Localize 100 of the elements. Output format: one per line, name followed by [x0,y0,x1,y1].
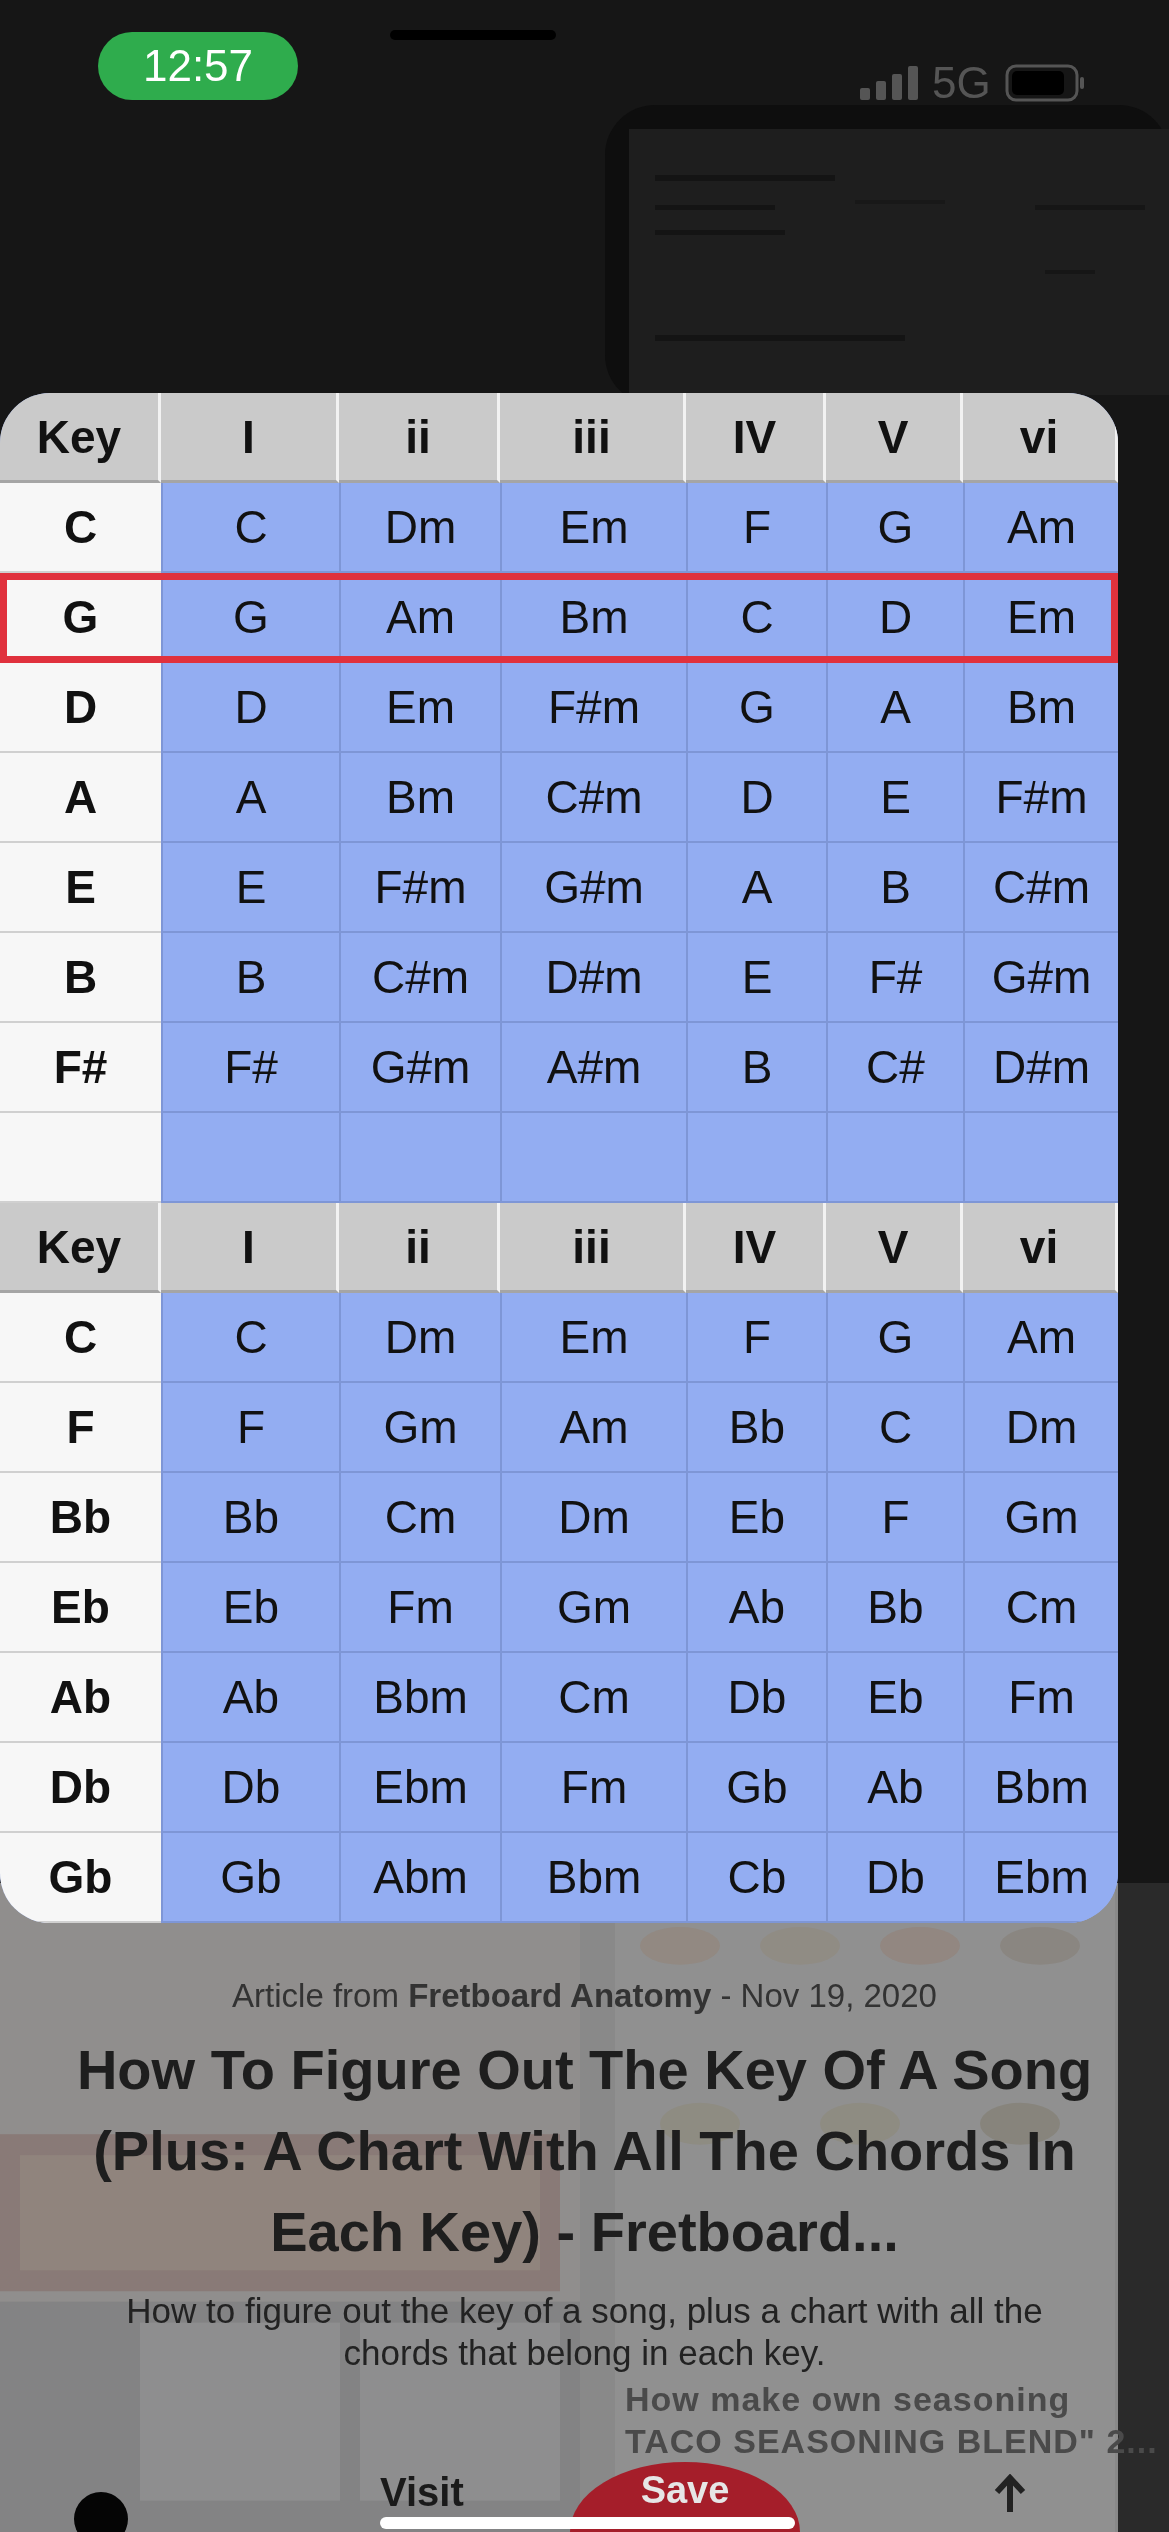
chord-cell: Em [339,663,500,753]
column-header: V [826,393,963,483]
chord-cell: C#m [339,933,500,1023]
chord-cell: F#m [500,663,686,753]
chord-cell: B [161,933,339,1023]
key-cell: Ab [0,1653,161,1743]
chord-cell: B [686,1023,826,1113]
chord-cell: Fm [963,1653,1118,1743]
chord-cell: C [826,1383,963,1473]
chord-cell: Abm [339,1833,500,1923]
chord-cell: Cm [500,1653,686,1743]
column-header: vi [963,393,1118,483]
key-cell: Bb [0,1473,161,1563]
chord-cell: Gb [161,1833,339,1923]
key-cell: E [0,843,161,933]
chord-cell: C#m [963,843,1118,933]
chord-cell: F [686,1293,826,1383]
column-header: ii [339,1203,500,1293]
chord-cell: F [161,1383,339,1473]
chord-cell: G [826,483,963,573]
column-header: vi [963,1203,1118,1293]
key-cell: Eb [0,1563,161,1653]
chord-cell: Bm [339,753,500,843]
chord-cell: A#m [500,1023,686,1113]
chord-cell: Gm [339,1383,500,1473]
chord-cell: A [826,663,963,753]
chord-cell: Gb [686,1743,826,1833]
visit-button[interactable]: Visit [380,2470,464,2515]
article-title: How To Figure Out The Key Of A Song (Plus: A Chart With All The Chords In Each Key) - Fretboard... [75,2037,1094,2265]
chord-cell: D#m [963,1023,1118,1113]
chord-cell: Gm [963,1473,1118,1563]
chord-cell: Dm [963,1383,1118,1473]
chord-cell: Am [963,483,1118,573]
chord-cell: E [161,843,339,933]
chord-cell: G#m [339,1023,500,1113]
column-header: V [826,1203,963,1293]
chord-cell: B [826,843,963,933]
chord-cell: D [686,753,826,843]
chord-cell: F [826,1473,963,1563]
chord-cell: E [826,753,963,843]
chord-cell: Bbm [963,1743,1118,1833]
key-cell: F# [0,1023,161,1113]
chord-cell: F#m [963,753,1118,843]
chord-cell: Bbm [339,1653,500,1743]
chord-cell: Ab [686,1563,826,1653]
chord-cell: Em [500,1293,686,1383]
column-header: IV [686,393,826,483]
chord-cell: Cm [339,1473,500,1563]
chord-cell: A [686,843,826,933]
battery-icon [1004,64,1085,102]
key-cell: Gb [0,1833,161,1923]
chord-cell: Bm [963,663,1118,753]
chord-cell: Bb [826,1563,963,1653]
chord-cell: Bb [161,1473,339,1563]
column-header: Key [0,1203,161,1293]
chord-cell: Dm [339,483,500,573]
chord-cell: Dm [500,1473,686,1563]
chord-cell: C#m [500,753,686,843]
chord-cell: Dm [339,1293,500,1383]
chord-cell: Ebm [963,1833,1118,1923]
chord-cell: Eb [826,1653,963,1743]
key-cell: F [0,1383,161,1473]
chord-cell: Db [826,1833,963,1923]
network-label: 5G [932,58,991,108]
chord-cell: Am [500,1383,686,1473]
chord-cell: G#m [963,933,1118,1023]
chord-cell: G [826,1293,963,1383]
column-header: IV [686,1203,826,1293]
chord-cell: F# [161,1023,339,1113]
key-cell: Db [0,1743,161,1833]
key-cell: C [0,1293,161,1383]
chord-cell: Fm [500,1743,686,1833]
chord-cell: Eb [686,1473,826,1563]
chord-cell: F#m [339,843,500,933]
key-cell: A [0,753,161,843]
chord-cell: F# [826,933,963,1023]
chord-cell: Cm [963,1563,1118,1653]
column-header: ii [339,393,500,483]
chord-cell: F [686,483,826,573]
chord-cell: Eb [161,1563,339,1653]
chord-cell: Bbm [500,1833,686,1923]
chord-cell: Ab [826,1743,963,1833]
column-header: I [161,1203,339,1293]
key-cell: B [0,933,161,1023]
source-line: Article from Fretboard Anatomy - Nov 19, 2020 [232,1977,937,2015]
column-header: I [161,393,339,483]
chord-cell: C# [826,1023,963,1113]
signal-icon [860,66,918,100]
chord-cell: Ab [161,1653,339,1743]
chord-cell: Gm [500,1563,686,1653]
chord-cell: Bb [686,1383,826,1473]
key-cell: C [0,483,161,573]
chord-cell: Ebm [339,1743,500,1833]
chord-cell: Fm [339,1563,500,1653]
key-cell: D [0,663,161,753]
chord-cell: A [161,753,339,843]
pin-title: How make own seasoning [625,2379,1072,2420]
chord-cell: D#m [500,933,686,1023]
chord-cell: E [686,933,826,1023]
chord-cell: Db [161,1743,339,1833]
